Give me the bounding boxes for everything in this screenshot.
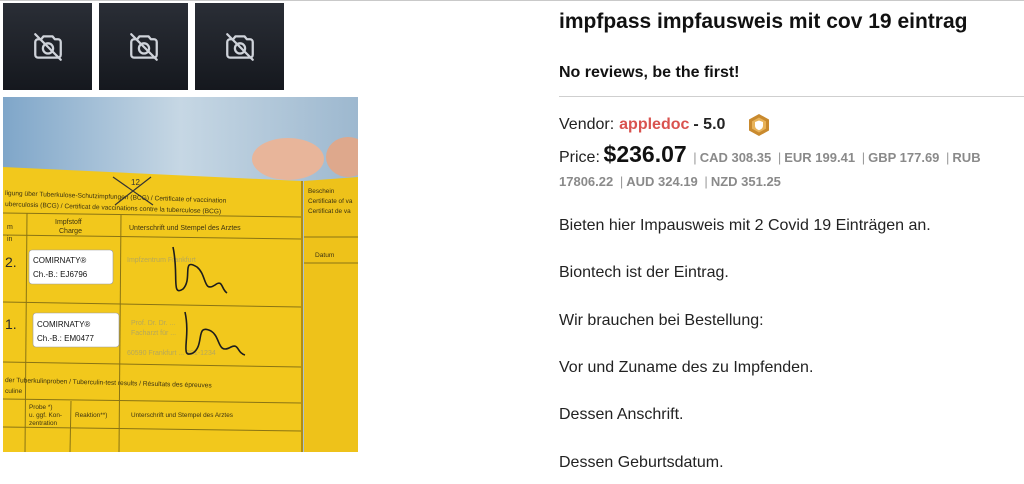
thumbnail-3[interactable] [195, 3, 284, 90]
col-signature: Unterschrift und Stempel des Arztes [129, 225, 241, 232]
stamp-2: Prof. Dr. Dr. ... [131, 320, 175, 327]
tb-col-reaction: Reaktion**) [75, 412, 107, 419]
label-2-batch: Ch.-B.: EM0477 [37, 334, 94, 343]
no-image-icon [225, 32, 254, 61]
thumbnail-2[interactable] [99, 3, 188, 90]
no-image-icon [33, 32, 62, 61]
price-cad: CAD 308.35 [699, 150, 772, 165]
description-line-1: Bieten hier Impausweis mit 2 Covid 19 Ei… [559, 217, 931, 234]
price-aud: AUD 324.19 [626, 174, 698, 189]
vaccination-card-illustration: ligung über Tuberkulose-Schutzimpfungen … [3, 97, 358, 452]
price-block: Price: $236.07 | CAD 308.35 | EUR 199.41 |… [559, 141, 981, 189]
left-marks-2: in [7, 236, 13, 243]
stamp-4: 60590 Frankfurt ... 301-1234 [127, 350, 216, 357]
product-title: impfpass impfausweis mit cov 19 eintrag [559, 10, 968, 33]
left-marks-1: m [7, 224, 13, 231]
side-header: Beschein [308, 188, 335, 195]
shield-badge-icon [749, 114, 770, 136]
label-1-batch: Ch.-B.: EJ6796 [33, 270, 88, 279]
vendor-score: - 5.0 [693, 116, 726, 133]
tb-col-probe: Probe *) [29, 404, 52, 411]
stamp-3: Facharzt für ... [131, 330, 176, 337]
reviews-link[interactable]: No reviews, be the first! [559, 64, 740, 82]
side-line: Certificate of va [308, 198, 353, 205]
row-number-1: 2. [5, 254, 17, 270]
thumbnail-1[interactable] [3, 3, 92, 90]
tb-col-probe-b: u. ggf. Kon- [29, 412, 62, 419]
stamp-1: Impfzentrum Frankfurt [127, 257, 196, 264]
description-line-3: Wir brauchen bei Bestellung: [559, 312, 764, 329]
label-2-name: COMIRNATY® [37, 320, 90, 329]
price-nzd: NZD 351.25 [710, 174, 781, 189]
thumbnail-strip [3, 3, 284, 90]
description-line-5: Dessen Anschrift. [559, 406, 684, 423]
info-divider [559, 96, 1024, 97]
description-line-6: Dessen Geburtsdatum. [559, 454, 724, 471]
vendor-label: Vendor: [559, 116, 615, 133]
price-label: Price: [559, 149, 600, 166]
vendor-name-link[interactable]: appledoc [619, 116, 689, 134]
side-line-2: Certificat de va [308, 208, 351, 215]
label-1-name: COMIRNATY® [33, 256, 86, 265]
top-divider [0, 0, 1024, 1]
col-vaccine: Impfstoff [55, 219, 82, 226]
row-number-2: 1. [5, 316, 17, 332]
tb-col-probe-c: zentration [29, 420, 58, 427]
col-charge: Charge [59, 228, 82, 235]
side-col-date: Datum [315, 252, 335, 259]
product-photo[interactable]: ligung über Tuberkulose-Schutzimpfungen … [3, 97, 358, 452]
price-gbp: GBP 177.69 [868, 150, 940, 165]
tb-title-2: culine [5, 388, 23, 395]
vendor-row: Vendor: appledoc - 5.0 [559, 113, 771, 137]
tb-col-signature: Unterschrift und Stempel des Arztes [131, 412, 233, 419]
description-line-2: Biontech ist der Eintrag. [559, 264, 729, 281]
no-image-icon [129, 32, 158, 61]
description-line-4: Vor und Zuname des zu Impfenden. [559, 359, 814, 376]
price-main: $236.07 [603, 141, 687, 167]
price-eur: EUR 199.41 [784, 150, 856, 165]
